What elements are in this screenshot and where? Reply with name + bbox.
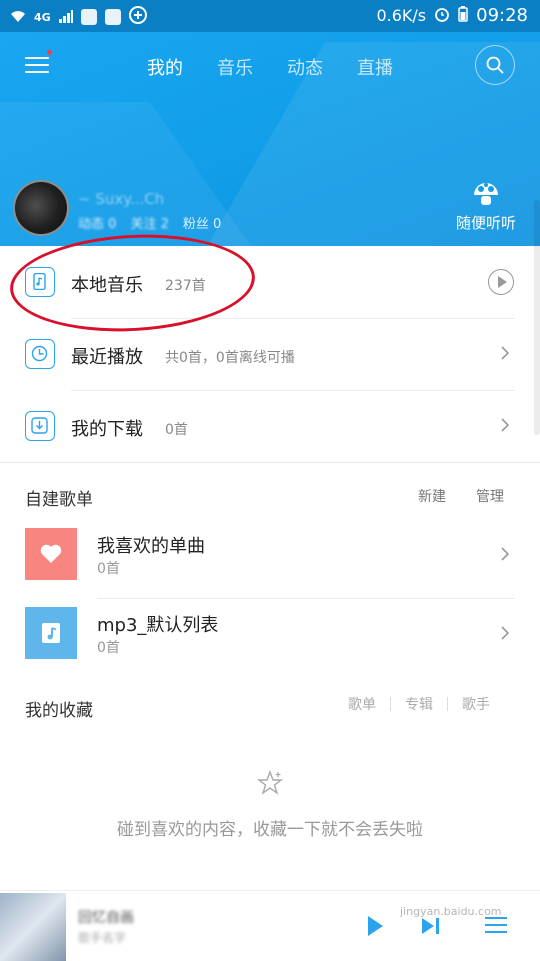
stat-feed[interactable]: 动态 0 xyxy=(78,213,116,232)
collection-tab-playlists[interactable]: 歌单 xyxy=(334,694,390,714)
manage-playlists-button[interactable]: 管理 xyxy=(476,486,504,506)
tab-music[interactable]: 音乐 xyxy=(217,54,253,80)
collection-tabs: 歌单 专辑 歌手 xyxy=(334,694,504,714)
random-listen-button[interactable]: 随便听听 xyxy=(456,180,516,233)
app-notification-icon xyxy=(80,9,97,25)
recent-play-subtitle: 共0首，0首离线可播 xyxy=(165,350,295,366)
local-music-row[interactable]: 本地音乐 237首 xyxy=(0,247,540,319)
star-icon xyxy=(257,770,283,795)
avatar[interactable] xyxy=(13,180,69,236)
playlist-item-liked[interactable]: 我喜欢的单曲 0首 xyxy=(0,520,540,599)
stat-following[interactable]: 关注 2 xyxy=(130,213,168,232)
play-icon[interactable] xyxy=(366,915,384,937)
mini-player[interactable]: 回忆自画 歌手名字 xyxy=(0,890,540,961)
status-bar: 4G 0.6K/s 09:28 xyxy=(0,0,540,32)
clock-icon xyxy=(25,339,55,369)
battery-icon xyxy=(458,5,468,26)
next-track-icon[interactable] xyxy=(420,916,442,936)
music-note-icon xyxy=(42,623,60,643)
my-downloads-row[interactable]: 我的下载 0首 xyxy=(0,391,540,463)
playlist-count: 0首 xyxy=(97,640,120,656)
signal-icon xyxy=(58,8,73,27)
tab-feed[interactable]: 动态 xyxy=(287,54,323,80)
alarm-icon xyxy=(434,6,450,26)
chevron-right-icon xyxy=(501,418,510,432)
album-art[interactable] xyxy=(0,893,66,961)
collection-tab-albums[interactable]: 专辑 xyxy=(391,694,447,714)
search-button[interactable] xyxy=(475,45,515,85)
custom-playlists-title: 自建歌单 xyxy=(25,490,93,510)
recent-play-row[interactable]: 最近播放 共0首，0首离线可播 xyxy=(0,319,540,391)
search-icon xyxy=(486,56,504,74)
stat-fans[interactable]: 粉丝 0 xyxy=(183,213,221,232)
playlist-queue-icon[interactable] xyxy=(484,915,508,935)
tab-mine[interactable]: 我的 xyxy=(147,54,183,80)
notification-dot xyxy=(47,50,52,55)
random-listen-label: 随便听听 xyxy=(455,214,516,232)
network-type: 4G xyxy=(34,10,51,24)
mushroom-icon xyxy=(473,183,498,205)
collection-tab-artists[interactable]: 歌手 xyxy=(448,694,504,714)
profile-header: 我的 音乐 动态 直播 ~ Suxy...Ch 动态 0 关注 2 粉丝 0 随… xyxy=(0,32,540,246)
wifi-icon xyxy=(10,8,26,27)
section-divider xyxy=(0,462,540,463)
chevron-right-icon xyxy=(501,626,510,640)
heart-icon xyxy=(40,544,62,563)
play-local-icon[interactable] xyxy=(488,269,514,295)
playlist-name: mp3_默认列表 xyxy=(97,615,219,636)
my-downloads-title: 我的下载 xyxy=(71,419,143,440)
recent-play-title: 最近播放 xyxy=(71,347,143,368)
username[interactable]: ~ Suxy...Ch xyxy=(78,190,164,208)
playlist-count: 0首 xyxy=(97,561,120,577)
watermark: jingyan.baidu.com xyxy=(400,905,502,918)
playlist-cover xyxy=(25,607,77,659)
local-music-title: 本地音乐 xyxy=(71,275,143,296)
menu-icon[interactable] xyxy=(25,50,52,74)
playlist-item-default[interactable]: mp3_默认列表 0首 xyxy=(0,599,540,678)
image-notification-icon xyxy=(104,9,121,25)
empty-collection-text: 碰到喜欢的内容，收藏一下就不会丢失啦 xyxy=(117,820,423,840)
local-music-count: 237首 xyxy=(165,278,206,294)
main-tabs: 我的 音乐 动态 直播 xyxy=(147,54,393,80)
chevron-right-icon xyxy=(501,547,510,561)
my-collection-title: 我的收藏 xyxy=(25,701,93,721)
download-icon xyxy=(25,411,55,441)
playlist-cover xyxy=(25,528,77,580)
profile-stats: 动态 0 关注 2 粉丝 0 xyxy=(78,213,221,232)
clock-time: 09:28 xyxy=(476,5,528,26)
add-circle-icon xyxy=(128,6,147,28)
new-playlist-button[interactable]: 新建 xyxy=(418,486,446,506)
playlist-actions: 新建 管理 xyxy=(418,486,504,506)
chevron-right-icon xyxy=(501,346,510,360)
tab-live[interactable]: 直播 xyxy=(357,54,393,80)
my-downloads-count: 0首 xyxy=(165,422,188,438)
playlist-name: 我喜欢的单曲 xyxy=(97,536,205,557)
net-speed: 0.6K/s xyxy=(376,6,427,25)
phone-music-icon xyxy=(25,267,55,297)
now-playing-artist: 歌手名字 xyxy=(78,931,127,945)
now-playing-title: 回忆自画 xyxy=(78,910,134,926)
